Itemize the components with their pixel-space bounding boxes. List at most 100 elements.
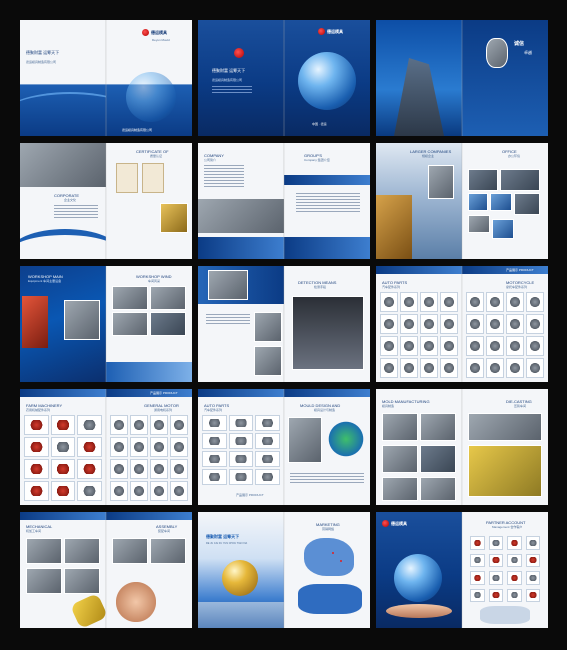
logo-mark-icon — [234, 48, 244, 58]
spread-certificate: CORPORATE 企业文化 CERTIFICATE OF 质量认证 — [20, 143, 192, 259]
workshop-photo — [64, 568, 100, 594]
auto-parts-page: AUTO PARTS 汽车配件系列 产品展示 PRODUCT — [198, 389, 284, 505]
product-cell — [50, 437, 76, 457]
mountain-photo — [394, 58, 444, 136]
value-subheading: 卓越 — [524, 50, 532, 55]
product-cell — [50, 459, 76, 479]
workshop-photo — [26, 538, 62, 564]
product-cell — [130, 415, 148, 435]
blue-swoosh — [20, 92, 106, 136]
spread-cover-outside: 德聚财富 运筹天下 德运模具制造有限公司 德运模具 Deyun Mould 德运… — [20, 20, 192, 136]
group-page: GROUP'S Company 集团介绍 — [284, 143, 370, 259]
certificate-page: CERTIFICATE OF 质量认证 — [106, 143, 192, 259]
assembly-page: ASSEMBLY 装配车间 — [106, 512, 192, 628]
product-cell — [506, 336, 524, 356]
workshop-photo — [420, 445, 456, 473]
product-cell — [255, 433, 280, 449]
spread-mechanical-assembly: MECHANICAL 机加工车间 ASSEMBLY 装配车间 — [20, 512, 192, 628]
larger-companies-page: LARGER COMPANIES 规模企业 — [376, 143, 462, 259]
product-cell — [202, 415, 227, 431]
product-cell — [130, 459, 148, 479]
certificate-image — [142, 163, 164, 193]
section-subheading: 装配车间 — [158, 529, 171, 533]
partner-logo — [525, 588, 540, 602]
map-location-dot — [332, 552, 334, 554]
spread-auto-mould: AUTO PARTS 汽车配件系列 产品展示 PRODUCT MOULD DES… — [198, 389, 370, 505]
value-heading: 诚信 — [514, 41, 525, 47]
header-band — [284, 389, 370, 397]
section-subheading: 摩托车配件系列 — [506, 285, 528, 289]
slogan-text: 德聚财富 运筹天下 — [212, 68, 246, 73]
slogan-text: 德聚财富 运筹天下 — [26, 50, 60, 55]
brand-logo — [234, 48, 244, 58]
product-cell — [255, 469, 280, 485]
section-subheading: 汽车配件系列 — [382, 285, 401, 289]
spine — [461, 143, 463, 259]
section-subheading: 通用电机系列 — [154, 408, 173, 412]
product-cell — [170, 481, 188, 501]
office-photo — [514, 193, 540, 215]
product-cell — [150, 459, 168, 479]
workshop-photo — [112, 286, 148, 310]
product-cell — [170, 459, 188, 479]
company-name-footer: 德运模具制造有限公司 — [122, 128, 153, 132]
parts-photo — [198, 199, 284, 233]
inside-right-page: 德运模具 中国 · 德运 — [284, 20, 370, 136]
product-cell — [466, 292, 484, 312]
product-cell — [466, 336, 484, 356]
golden-globe-graphic — [222, 560, 258, 596]
spine — [461, 266, 463, 382]
product-cell — [486, 314, 504, 334]
product-cell — [440, 358, 458, 378]
product-cell — [420, 314, 438, 334]
product-cell — [466, 358, 484, 378]
product-cell — [202, 451, 227, 467]
logo-text: 德运模具 — [151, 30, 167, 35]
cover-caption: 中国 · 德运 — [312, 122, 327, 126]
logo-mark-icon — [142, 29, 149, 36]
product-cell — [486, 292, 504, 312]
header-band — [106, 389, 192, 397]
brand-logo: 德运模具 — [318, 28, 343, 35]
product-cell — [150, 481, 168, 501]
partner-logo — [525, 553, 540, 567]
workshop-photo — [112, 538, 148, 564]
spread-marketing: 德聚财富 运筹天下 DE JU CAI FU YUN CHOU TIAN XIA… — [198, 512, 370, 628]
partner-logo — [507, 588, 522, 602]
globe-page: 德运模具 — [376, 512, 462, 628]
slogan-caption: DE JU CAI FU YUN CHOU TIAN XIA — [206, 542, 248, 545]
product-cell — [506, 358, 524, 378]
section-subheading: 机加工车间 — [26, 529, 42, 533]
mechanical-page: MECHANICAL 机加工车间 — [20, 512, 106, 628]
workshop-photo — [382, 477, 418, 501]
slogan-text: 德聚财富 运筹天下 — [206, 534, 240, 539]
workshop-photo — [112, 312, 148, 336]
detection-text — [206, 314, 250, 326]
partner-logo — [470, 571, 485, 585]
workshop-photo — [382, 445, 418, 473]
equipment-photo — [254, 312, 282, 342]
spine — [283, 20, 285, 136]
workshop-photo — [64, 538, 100, 564]
product-cell — [400, 292, 418, 312]
spread-cover-inside: 德聚财富 运筹天下 德运模具制造有限公司 德运模具 中国 · 德运 — [198, 20, 370, 136]
product-cell — [400, 358, 418, 378]
motorcycle-page: 产品展示 PRODUCT MOTORCYCLE 摩托车配件系列 — [462, 266, 548, 382]
certificate-image — [116, 163, 138, 193]
header-band — [20, 512, 106, 520]
workshop-photo — [150, 538, 186, 564]
section-subheading: 企业文化 — [64, 198, 77, 202]
product-cell — [380, 336, 398, 356]
header-band — [462, 266, 548, 274]
product-cell — [420, 292, 438, 312]
office-photo — [468, 169, 498, 191]
product-cell — [110, 415, 128, 435]
blue-band — [284, 237, 370, 259]
section-subheading: 汽车配件系列 — [204, 408, 223, 412]
section-subheading: 压铸车间 — [514, 404, 527, 408]
header-band — [106, 512, 192, 520]
company-name: 德运模具制造有限公司 — [26, 60, 57, 64]
map-location-dot — [340, 560, 342, 562]
marketing-page: MARKETING 营销网络 — [284, 512, 370, 628]
product-cell — [228, 469, 254, 485]
